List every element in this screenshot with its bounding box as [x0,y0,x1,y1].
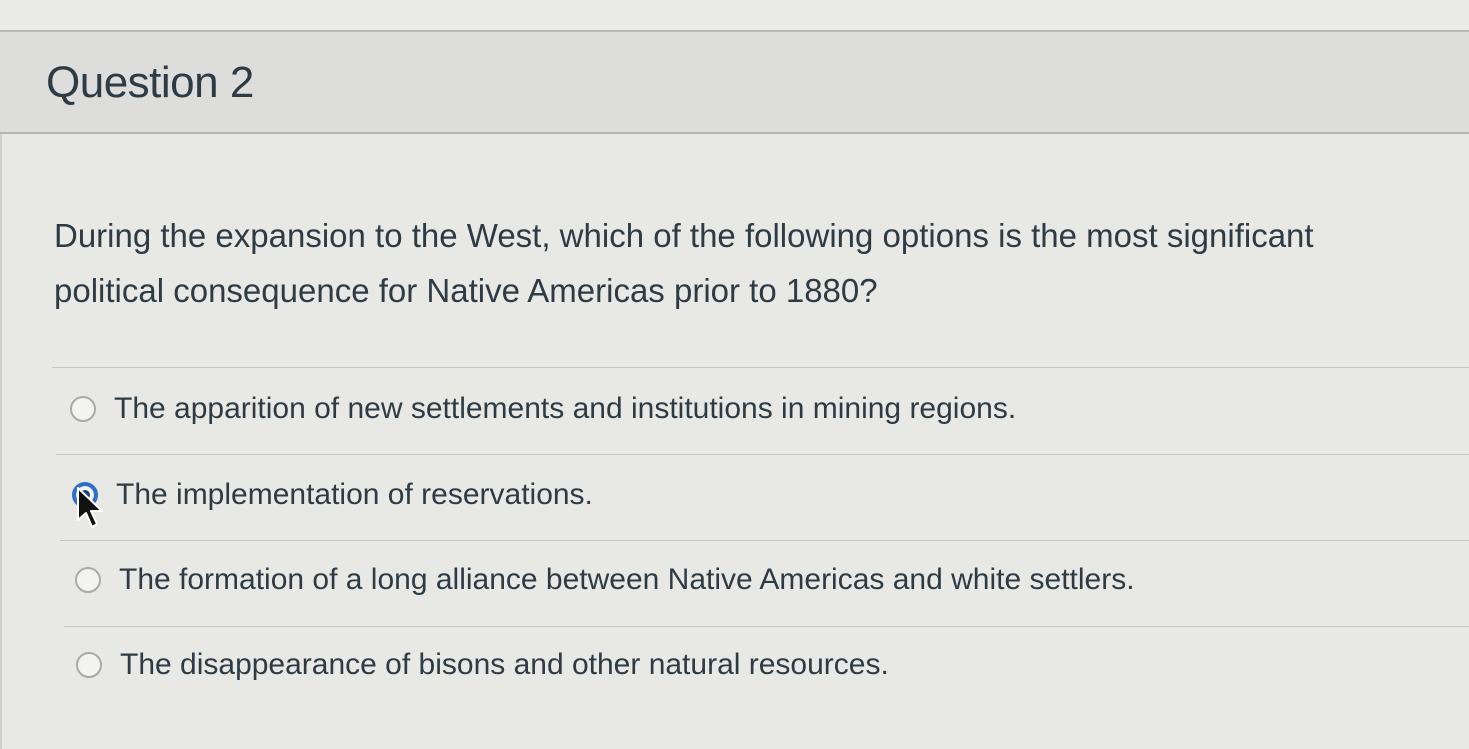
answer-option-1[interactable]: The apparition of new settlements and in… [70,379,1016,439]
quiz-page: Question 2 During the expansion to the W… [0,0,1469,749]
radio-button-selected[interactable] [72,482,98,508]
radio-button[interactable] [75,567,101,593]
answer-list: The apparition of new settlements and in… [2,134,1469,749]
answer-label: The disappearance of bisons and other na… [120,648,889,681]
answer-divider [60,540,1469,541]
answer-label: The implementation of reservations. [116,478,593,511]
answer-option-4[interactable]: The disappearance of bisons and other na… [76,635,889,695]
radio-button[interactable] [76,652,102,678]
answer-divider [56,454,1469,455]
top-strip [0,0,1469,32]
answer-divider [52,367,1469,368]
answer-divider [64,626,1469,627]
answer-label: The apparition of new settlements and in… [114,392,1017,425]
question-header: Question 2 [0,32,1469,134]
answer-label: The formation of a long alliance between… [119,563,1135,596]
answer-option-3[interactable]: The formation of a long alliance between… [75,550,1135,610]
answer-option-2[interactable]: The implementation of reservations. [72,465,593,525]
question-body: During the expansion to the West, which … [0,134,1469,749]
radio-button[interactable] [70,396,96,422]
question-title: Question 2 [46,58,254,107]
